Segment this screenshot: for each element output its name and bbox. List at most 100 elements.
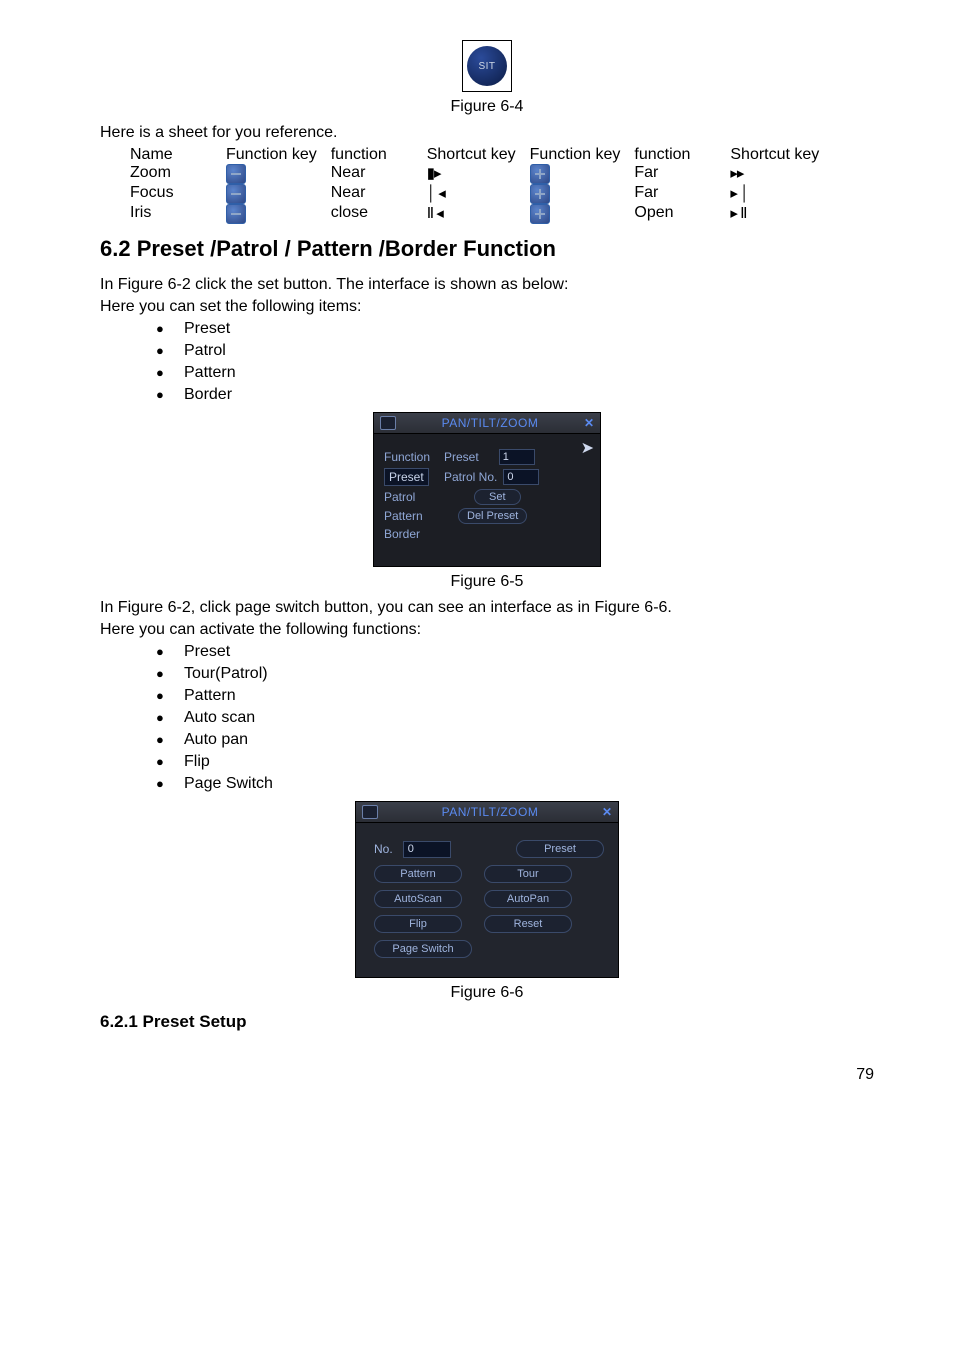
patrol-no-label: Patrol No. — [444, 470, 497, 484]
tour-button[interactable]: Tour — [484, 865, 572, 883]
name-cell: Focus — [130, 184, 226, 204]
minus-cell — [226, 184, 331, 204]
name-cell: Zoom — [130, 164, 226, 184]
minus-icon — [226, 204, 246, 224]
list-item: Pattern — [156, 364, 874, 382]
table-row-iris: Iris close Ⅱ ◂ Open ▸ Ⅱ — [130, 204, 833, 224]
set-items-list: Preset Patrol Pattern Border — [100, 320, 874, 404]
activate-functions-list: Preset Tour(Patrol) Pattern Auto scan Au… — [100, 643, 874, 793]
figure-6-6-caption: Figure 6-6 — [100, 984, 874, 1002]
ptz-set-dialog: PAN/TILT/ZOOM ✕ ➤ Function Preset Preset… — [373, 412, 601, 567]
sit-icon: SIT — [467, 46, 507, 86]
table-head-row: Name Function key function Shortcut key … — [130, 146, 833, 164]
dialog-title: PAN/TILT/ZOOM — [378, 805, 602, 819]
th-name: Name — [130, 146, 226, 164]
plus-icon — [530, 184, 550, 204]
table-row-focus: Focus Near │ ◂ Far ▸ │ — [130, 184, 833, 204]
list-item: Pattern — [156, 687, 874, 705]
page-number: 79 — [100, 1066, 874, 1084]
minus-cell — [226, 204, 331, 224]
preset-button[interactable]: Preset — [516, 840, 604, 858]
th-funckey1: Function key — [226, 146, 331, 164]
sidebar-item-preset[interactable]: Preset — [384, 468, 429, 486]
plus-cell — [530, 204, 635, 224]
th-func2: function — [634, 146, 730, 164]
list-item: Auto pan — [156, 731, 874, 749]
th-sckey2: Shortcut key — [730, 146, 833, 164]
dialog-body: ➤ Function Preset Preset Patrol No. Patr… — [374, 434, 600, 566]
section-6-2-p1: In Figure 6-2 click the set button. The … — [100, 276, 874, 294]
minus-icon — [226, 184, 246, 204]
close-icon[interactable]: ✕ — [602, 805, 612, 819]
name-cell: Iris — [130, 204, 226, 224]
section-6-2-heading: 6.2 Preset /Patrol / Pattern /Border Fun… — [100, 236, 874, 262]
no-input[interactable] — [403, 841, 451, 858]
figure-6-4-image: SIT — [100, 40, 874, 92]
cursor-icon: ➤ — [581, 438, 594, 458]
plus-icon — [530, 204, 550, 224]
flip-button[interactable]: Flip — [374, 915, 462, 933]
page-switch-button[interactable]: Page Switch — [374, 940, 472, 958]
figure-6-5-caption: Figure 6-5 — [100, 573, 874, 591]
autoscan-button[interactable]: AutoScan — [374, 890, 462, 908]
list-item: Flip — [156, 753, 874, 771]
func1-cell: Near — [331, 164, 427, 184]
dialog-title: PAN/TILT/ZOOM — [396, 416, 584, 430]
list-item: Preset — [156, 320, 874, 338]
plus-icon — [530, 164, 550, 184]
minus-cell — [226, 164, 331, 184]
patrol-no-input[interactable] — [503, 469, 539, 485]
shortcut-reference-table: Name Function key function Shortcut key … — [130, 146, 833, 224]
th-func1: function — [331, 146, 427, 164]
list-item: Preset — [156, 643, 874, 661]
list-item: Auto scan — [156, 709, 874, 727]
table-row-zoom: Zoom Near ▮▸ Far ▸▸ — [130, 164, 833, 184]
figure-6-4-caption: Figure 6-4 — [100, 98, 874, 116]
ptz-activate-dialog: PAN/TILT/ZOOM ✕ No. Preset Pattern Tour … — [355, 801, 619, 978]
sidebar-item-border[interactable]: Border — [384, 527, 444, 541]
th-sckey1: Shortcut key — [427, 146, 530, 164]
para-pageswitch: In Figure 6-2, click page switch button,… — [100, 599, 874, 617]
sc2-cell: ▸ Ⅱ — [730, 204, 833, 224]
pattern-button[interactable]: Pattern — [374, 865, 462, 883]
reset-button[interactable]: Reset — [484, 915, 572, 933]
preset-label: Preset — [444, 450, 479, 464]
no-label: No. — [374, 842, 393, 856]
table-intro-text: Here is a sheet for you reference. — [100, 124, 874, 142]
minus-icon — [226, 164, 246, 184]
sc2-cell: ▸ │ — [730, 184, 833, 204]
set-button[interactable]: Set — [474, 489, 521, 505]
sc1-cell: ▮▸ — [427, 164, 530, 184]
dialog-titlebar: PAN/TILT/ZOOM ✕ — [374, 413, 600, 434]
plus-cell — [530, 184, 635, 204]
dialog-body: No. Preset Pattern Tour AutoScan AutoPan… — [356, 823, 618, 977]
section-6-2-1-heading: 6.2.1 Preset Setup — [100, 1012, 874, 1032]
sc2-cell: ▸▸ — [730, 164, 833, 184]
sidebar-item-patrol[interactable]: Patrol — [384, 490, 444, 504]
close-icon[interactable]: ✕ — [584, 416, 594, 430]
dialog-titlebar: PAN/TILT/ZOOM ✕ — [356, 802, 618, 823]
th-funckey2: Function key — [530, 146, 635, 164]
camera-icon — [380, 416, 396, 430]
sit-box: SIT — [462, 40, 512, 92]
preset-input[interactable] — [499, 449, 535, 465]
func2-cell: Far — [634, 184, 730, 204]
list-item: Tour(Patrol) — [156, 665, 874, 683]
func1-cell: close — [331, 204, 427, 224]
func1-cell: Near — [331, 184, 427, 204]
sc1-cell: Ⅱ ◂ — [427, 204, 530, 224]
del-preset-button[interactable]: Del Preset — [458, 508, 527, 524]
section-6-2-p2: Here you can set the following items: — [100, 298, 874, 316]
function-label: Function — [384, 450, 444, 464]
list-item: Page Switch — [156, 775, 874, 793]
camera-icon — [362, 805, 378, 819]
func2-cell: Open — [634, 204, 730, 224]
para-activate: Here you can activate the following func… — [100, 621, 874, 639]
list-item: Patrol — [156, 342, 874, 360]
func2-cell: Far — [634, 164, 730, 184]
sidebar-item-pattern[interactable]: Pattern — [384, 509, 444, 523]
sc1-cell: │ ◂ — [427, 184, 530, 204]
list-item: Border — [156, 386, 874, 404]
autopan-button[interactable]: AutoPan — [484, 890, 572, 908]
plus-cell — [530, 164, 635, 184]
